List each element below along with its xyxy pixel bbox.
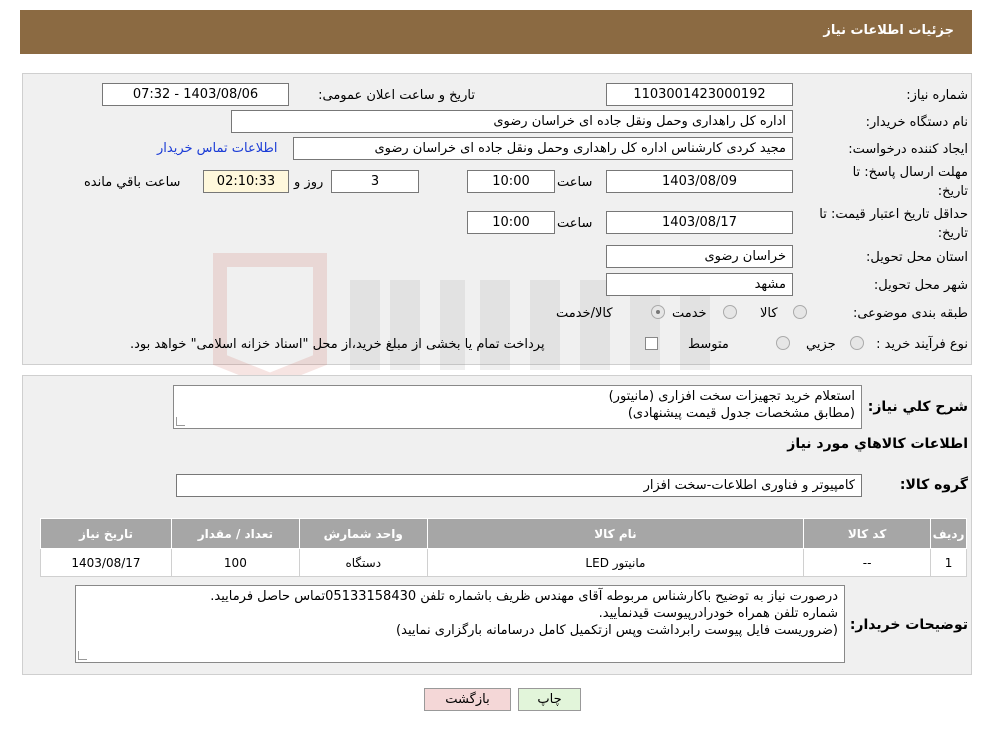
- category-goods-label: کالا: [760, 306, 778, 321]
- description-label: شرح کلي نياز:: [867, 399, 968, 415]
- validity-label-2: تاریخ:: [937, 226, 968, 241]
- table-cell: --: [803, 548, 932, 577]
- buyer-notes-line-3: (ضروریست فایل پیوست رابرداشت وپس ازتکمیل…: [396, 623, 838, 638]
- resize-grip-icon[interactable]: [78, 651, 87, 660]
- validity-time-field: 10:00: [467, 211, 555, 234]
- announce-datetime-field: 1403/08/06 - 07:32: [102, 83, 289, 106]
- days-field: 3: [331, 170, 419, 193]
- goods-section-title: اطلاعات کالاهاي مورد نياز: [787, 436, 968, 452]
- deadline-label-2: تاریخ:: [937, 184, 968, 199]
- announce-datetime-label: تاریخ و ساعت اعلان عمومی:: [318, 88, 475, 103]
- table-cell: 100: [170, 548, 300, 577]
- goods-group-label: گروه کالا:: [899, 477, 968, 493]
- table-cell: مانیتور LED: [426, 548, 805, 577]
- deadline-date-field: 1403/08/09: [606, 170, 793, 193]
- category-service-label: خدمت: [672, 306, 707, 321]
- remaining-time-label: ساعت باقي مانده: [84, 175, 181, 190]
- category-label: طبقه بندی موضوعی:: [852, 306, 968, 321]
- column-header: تعداد / مقدار: [170, 518, 300, 549]
- table-cell: 1403/08/17: [40, 548, 172, 577]
- validity-label-1: حداقل تاریخ اعتبار قیمت: تا: [819, 207, 968, 222]
- process-medium-label: متوسط: [688, 337, 729, 352]
- column-header: نام کالا: [426, 518, 805, 549]
- description-line-2: (مطابق مشخصات جدول قیمت پیشنهادی): [627, 406, 855, 421]
- description-textarea[interactable]: استعلام خرید تجهیزات سخت افزاری (مانیتور…: [173, 385, 862, 429]
- resize-grip-icon[interactable]: [176, 417, 185, 426]
- category-goods-radio[interactable]: [793, 305, 807, 319]
- treasury-payment-note: پرداخت تمام یا بخشی از مبلغ خرید،از محل …: [130, 337, 545, 352]
- buyer-contact-link[interactable]: اطلاعات تماس خریدار: [157, 141, 277, 156]
- need-number-label: شماره نیاز:: [906, 88, 968, 103]
- buyer-org-field: اداره کل راهداری وحمل ونقل جاده ای خراسا…: [231, 110, 793, 133]
- province-field: خراسان رضوی: [606, 245, 793, 268]
- process-minor-radio[interactable]: [850, 336, 864, 350]
- buyer-notes-line-1: درصورت نیاز به توضیح باکارشناس مربوطه آق…: [210, 589, 838, 604]
- days-label: روز و: [294, 175, 324, 190]
- province-label: استان محل تحویل:: [866, 250, 968, 265]
- column-header: رديف: [930, 518, 967, 549]
- creator-label: ایجاد کننده درخواست:: [848, 142, 968, 157]
- need-number-field: 1103001423000192: [606, 83, 793, 106]
- category-goods-service-radio[interactable]: [651, 305, 665, 319]
- deadline-time-field: 10:00: [467, 170, 555, 193]
- goods-group-field: کامپیوتر و فناوری اطلاعات-سخت افزار: [176, 474, 862, 497]
- column-header: تاريخ نياز: [40, 518, 172, 549]
- process-type-label: نوع فرآیند خرید :: [876, 337, 968, 352]
- deadline-label-1: مهلت ارسال پاسخ: تا: [852, 165, 968, 180]
- city-label: شهر محل تحویل:: [873, 278, 968, 293]
- process-medium-radio[interactable]: [776, 336, 790, 350]
- remaining-time-field: 02:10:33: [203, 170, 289, 193]
- table-cell: دستگاه: [298, 548, 428, 577]
- column-header: واحد شمارش: [298, 518, 428, 549]
- buyer-notes-line-2: شماره تلفن همراه خودرادرپیوست قیدنمایید.: [598, 606, 838, 621]
- table-cell: 1: [930, 548, 967, 577]
- process-minor-label: جزيي: [806, 337, 836, 352]
- table-row[interactable]: 1 -- مانیتور LED دستگاه 100 1403/08/17: [40, 548, 967, 577]
- goods-table: رديف کد کالا نام کالا واحد شمارش تعداد /…: [40, 518, 967, 577]
- creator-field: مجید کردی کارشناس اداره کل راهداری وحمل …: [293, 137, 793, 160]
- treasury-payment-checkbox[interactable]: [645, 337, 658, 350]
- city-field: مشهد: [606, 273, 793, 296]
- buyer-org-label: نام دستگاه خریدار:: [865, 115, 968, 130]
- back-button[interactable]: بازگشت: [424, 688, 511, 711]
- buyer-notes-textarea[interactable]: درصورت نیاز به توضیح باکارشناس مربوطه آق…: [75, 585, 845, 663]
- validity-date-field: 1403/08/17: [606, 211, 793, 234]
- category-service-radio[interactable]: [723, 305, 737, 319]
- description-line-1: استعلام خرید تجهیزات سخت افزاری (مانیتور…: [608, 389, 855, 404]
- page-title: جزئیات اطلاعات نیاز: [823, 23, 954, 38]
- deadline-time-label: ساعت: [557, 175, 593, 190]
- column-header: کد کالا: [803, 518, 932, 549]
- buyer-notes-label: توضيحات خريدار:: [849, 617, 968, 633]
- page-header: جزئیات اطلاعات نیاز: [20, 10, 972, 54]
- category-goods-service-label: کالا/خدمت: [556, 306, 613, 321]
- print-button[interactable]: چاپ: [518, 688, 581, 711]
- validity-time-label: ساعت: [557, 216, 593, 231]
